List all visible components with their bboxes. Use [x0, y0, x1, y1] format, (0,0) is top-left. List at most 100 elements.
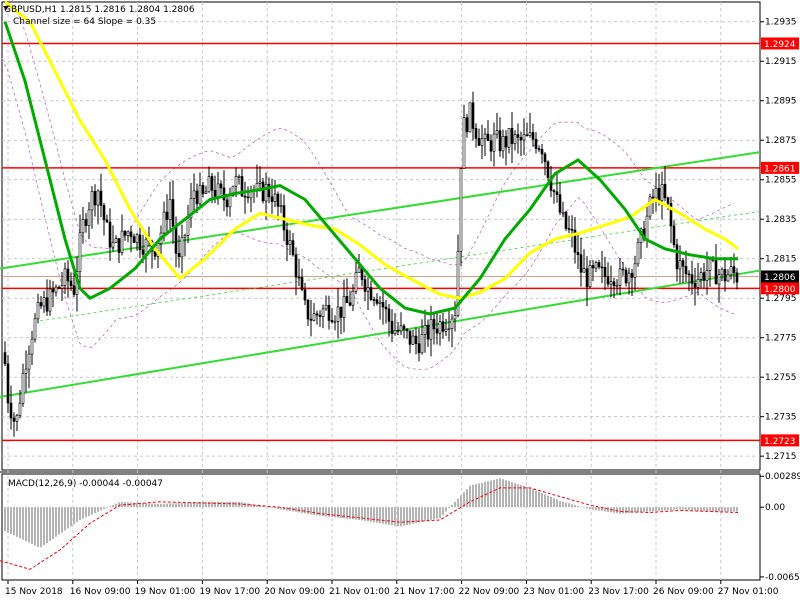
macd-bar — [196, 501, 198, 508]
candle-body — [3, 352, 7, 365]
candle-body — [684, 265, 688, 275]
candle-body — [312, 313, 316, 321]
macd-bar — [136, 502, 138, 508]
macd-bar — [556, 499, 558, 508]
x-tick-label: 26 Nov 09:00 — [653, 587, 714, 597]
macd-bar — [97, 507, 99, 512]
macd-bar — [658, 507, 660, 511]
candle-body — [81, 219, 85, 234]
y-tick-label: 1.2875 — [765, 136, 797, 146]
candle-body — [699, 272, 703, 280]
macd-bar — [418, 507, 420, 523]
macd-bar — [151, 503, 153, 508]
candle-body — [333, 320, 337, 323]
y-tick-label: 1.2915 — [765, 57, 797, 67]
candle-body — [582, 268, 586, 273]
macd-bar — [145, 503, 147, 508]
candle-body — [18, 402, 22, 416]
candle-body — [690, 274, 694, 284]
candle-body — [357, 267, 361, 274]
candle-body — [552, 190, 556, 193]
candle-body — [129, 231, 133, 238]
candle-body — [27, 353, 31, 370]
macd-bar — [550, 496, 552, 508]
candle-body — [348, 302, 352, 306]
candle-body — [54, 286, 58, 293]
x-tick-label: 27 Nov 01:00 — [718, 587, 779, 597]
candle-body — [399, 325, 403, 332]
candle-body — [654, 187, 658, 199]
candle-body — [570, 228, 574, 231]
macd-bar — [43, 507, 45, 546]
macd-bar — [316, 507, 318, 516]
macd-bar — [226, 501, 228, 508]
x-tick-label: 21 Nov 01:00 — [329, 587, 390, 597]
candle-body — [606, 276, 610, 285]
candle-body — [207, 176, 211, 193]
macd-bar — [637, 507, 639, 513]
x-tick-label: 16 Nov 09:00 — [70, 587, 131, 597]
macd-bar — [166, 503, 168, 508]
macd-bar — [583, 507, 585, 508]
candle-body — [33, 318, 37, 340]
y-tick-label: 1.2855 — [765, 176, 797, 186]
macd-bar — [232, 501, 234, 508]
candle-body — [237, 176, 241, 178]
macd-bar — [655, 507, 657, 512]
macd-bar — [415, 507, 417, 524]
candle-body — [276, 193, 280, 207]
y-tick-label: 1.2835 — [765, 215, 797, 225]
candle-body — [186, 217, 190, 236]
macd-bar — [187, 502, 189, 508]
macd-bar — [394, 507, 396, 526]
macd-bar — [40, 507, 42, 548]
macd-bar — [649, 507, 651, 512]
macd-bar — [85, 507, 87, 518]
macd-bar — [46, 507, 48, 544]
candle-body — [441, 321, 445, 332]
candle-body — [501, 136, 505, 152]
macd-bar — [574, 505, 576, 508]
candle-body — [201, 185, 205, 194]
macd-bar — [265, 506, 267, 508]
price-chart[interactable]: 15 Nov 2018 16 Nov 09:00 19 Nov 01:00 19 No… — [0, 0, 800, 600]
macd-bar — [355, 507, 357, 520]
macd-bar — [562, 501, 564, 508]
macd-bar — [7, 507, 9, 533]
candle-body — [342, 296, 346, 318]
macd-bar — [607, 507, 609, 512]
candle-body — [471, 102, 475, 129]
candle-body — [171, 199, 175, 227]
macd-bar — [325, 507, 327, 517]
macd-bar — [388, 507, 390, 525]
macd-bar — [667, 507, 669, 511]
candle-body — [93, 191, 97, 206]
candle-body — [408, 330, 412, 345]
macd-bar — [235, 501, 237, 508]
macd-bar — [322, 507, 324, 517]
candle-body — [303, 289, 307, 301]
macd-bar — [148, 503, 150, 508]
macd-bar — [121, 501, 123, 508]
macd-bar — [49, 507, 51, 541]
candle-body — [564, 211, 568, 229]
macd-bar — [313, 507, 315, 515]
candle-body — [579, 254, 583, 273]
candle-body — [198, 185, 202, 205]
candle-body — [681, 260, 685, 267]
candle-body — [537, 148, 541, 150]
candle-body — [450, 318, 454, 329]
macd-bar — [676, 507, 678, 510]
macd-bar — [94, 507, 96, 514]
macd-bar — [451, 505, 453, 508]
macd-bar — [697, 507, 699, 511]
candle-body — [720, 269, 724, 276]
macd-bar — [328, 507, 330, 517]
macd-bar — [37, 507, 39, 547]
macd-bar — [25, 507, 27, 542]
candle-body — [588, 265, 592, 288]
macd-bar — [733, 507, 735, 512]
candle-body — [381, 301, 385, 308]
candle-body — [180, 236, 184, 258]
macd-bar — [592, 507, 594, 510]
